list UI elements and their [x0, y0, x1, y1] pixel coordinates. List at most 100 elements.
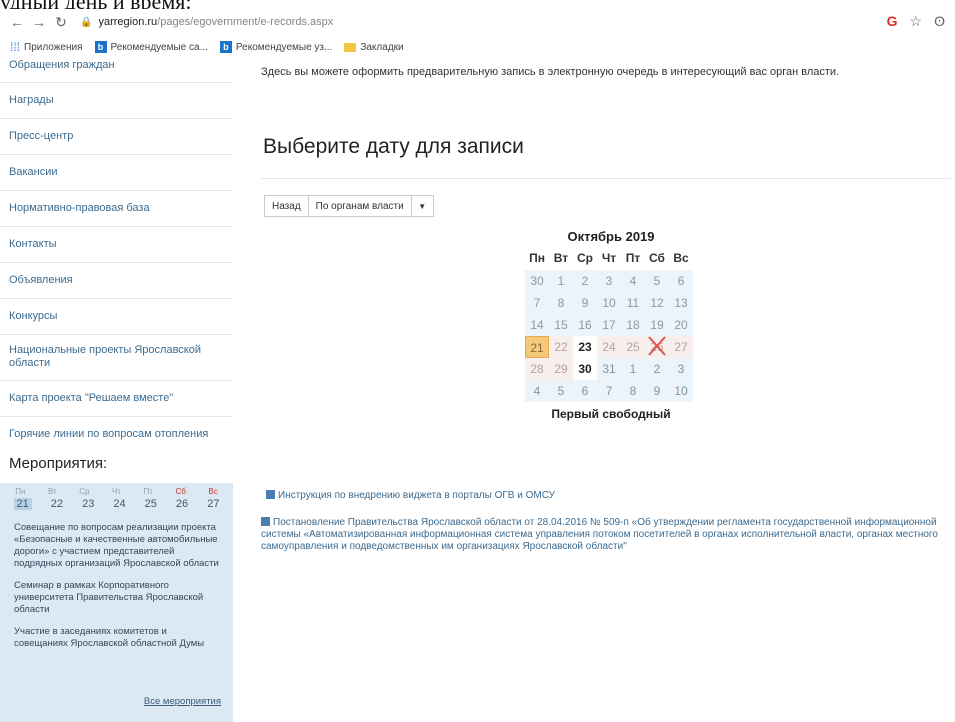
calendar-weekday: Чт [601, 251, 617, 265]
bookmark-folder[interactable]: Закладки [344, 42, 404, 53]
calendar-day[interactable]: 29 [549, 358, 573, 380]
calendar-day[interactable]: 11 [621, 292, 645, 314]
calendar-day[interactable]: 6 [669, 270, 693, 292]
bookmark-recommended-nodes[interactable]: b Рекомендуемые уз... [219, 41, 333, 53]
filter-by-authority-button[interactable]: По органам власти [308, 195, 412, 217]
account-icon[interactable]: ʘ [934, 13, 945, 30]
sidebar-item-press-center[interactable]: Пресс-центр [0, 119, 233, 155]
bookmark-label: Приложения [24, 41, 83, 53]
calendar-day[interactable]: 2 [573, 270, 597, 292]
calendar-day[interactable]: 5 [549, 380, 573, 402]
bookmarks-bar: ⁞⁞⁞ Приложения b Рекомендуемые са... b Р… [0, 37, 955, 57]
bookmark-apps[interactable]: ⁞⁞⁞ Приложения [10, 40, 83, 54]
extension-icon[interactable]: G [887, 13, 898, 30]
calendar-day[interactable]: 9 [645, 380, 669, 402]
event-date[interactable]: 23 [82, 498, 94, 510]
calendar-day[interactable]: 10 [597, 292, 621, 314]
calendar-day[interactable]: 3 [669, 358, 693, 380]
sidebar-item-appeals[interactable]: Обращения граждан [0, 57, 233, 83]
resolution-link[interactable]: Постановление Правительства Ярославской … [261, 517, 951, 553]
all-events-link[interactable]: Все мероприятия [144, 696, 221, 707]
chevron-down-icon[interactable]: ▼ [411, 195, 434, 217]
first-free-label[interactable]: Первый свободный [521, 407, 701, 421]
calendar-day[interactable]: 27 [669, 336, 693, 358]
calendar-day[interactable]: 4 [525, 380, 549, 402]
calendar-day[interactable]: 24 [597, 336, 621, 358]
calendar-day[interactable]: 30 [573, 358, 597, 380]
event-item[interactable]: Участие в заседаниях комитетов и совещан… [14, 626, 223, 650]
calendar-day[interactable]: 13 [669, 292, 693, 314]
calendar-day[interactable]: 17 [597, 314, 621, 336]
calendar-day[interactable]: 31 [597, 358, 621, 380]
calendar-day[interactable]: 7 [597, 380, 621, 402]
calendar-day[interactable]: 15 [549, 314, 573, 336]
back-arrow-icon[interactable]: ← [6, 14, 28, 30]
back-button[interactable]: Назад [264, 195, 309, 217]
date-picker: Октябрь 2019 Пн Вт Ср Чт Пт Сб Вс 30 1 2 3 4 5 6 7 8 9 10… [521, 227, 701, 421]
sidebar-item-announcements[interactable]: Объявления [0, 263, 233, 299]
calendar-day[interactable]: 4 [621, 270, 645, 292]
sidebar-item-contests[interactable]: Конкурсы [0, 299, 233, 335]
sidebar-nav: Обращения граждан Награды Пресс-центр Ва… [0, 57, 233, 453]
calendar-day[interactable]: 26 [645, 336, 669, 358]
divider [261, 178, 951, 179]
event-item[interactable]: Совещание по вопросам реализации проекта… [14, 522, 223, 570]
sidebar-item-vacancies[interactable]: Вакансии [0, 155, 233, 191]
sidebar-item-legal-base[interactable]: Нормативно-правовая база [0, 191, 233, 227]
star-icon[interactable]: ☆ [910, 13, 923, 30]
forward-arrow-icon[interactable]: → [28, 14, 50, 30]
events-dates: 21 22 23 24 25 26 27 [0, 496, 233, 512]
calendar-day[interactable]: 22 [549, 336, 573, 358]
url-field[interactable]: 🔒 yarregion.ru /pages/egovernment/e-reco… [80, 16, 333, 28]
sidebar-item-national-projects[interactable]: Национальные проекты Ярославской области [0, 335, 233, 381]
bookmark-label: Рекомендуемые уз... [235, 41, 333, 53]
calendar-day[interactable]: 21 [525, 336, 549, 358]
calendar-day[interactable]: 19 [645, 314, 669, 336]
reload-icon[interactable]: ↻ [50, 14, 72, 31]
resolution-link-text: Постановление Правительства Ярославской … [261, 517, 938, 552]
url-domain: yarregion.ru [98, 16, 158, 28]
weekday-label: Вс [208, 487, 218, 496]
event-item[interactable]: Семинар в рамках Корпоративного универси… [14, 580, 223, 616]
calendar-day[interactable]: 1 [549, 270, 573, 292]
calendar-day[interactable]: 3 [597, 270, 621, 292]
calendar-day[interactable]: 6 [573, 380, 597, 402]
calendar-day[interactable]: 8 [549, 292, 573, 314]
calendar-day[interactable]: 12 [645, 292, 669, 314]
url-path: /pages/egovernment/e-records.aspx [157, 16, 334, 28]
calendar-day[interactable]: 9 [573, 292, 597, 314]
calendar-day[interactable]: 25 [621, 336, 645, 358]
calendar-day[interactable]: 1 [621, 358, 645, 380]
folder-icon [344, 42, 357, 52]
calendar-day[interactable]: 16 [573, 314, 597, 336]
event-date[interactable]: 22 [51, 498, 63, 510]
calendar-day[interactable]: 8 [621, 380, 645, 402]
calendar-day[interactable]: 18 [621, 314, 645, 336]
sidebar-item-contacts[interactable]: Контакты [0, 227, 233, 263]
instruction-link-text: Инструкция по внедрению виджета в портал… [278, 490, 555, 501]
calendar-weekday: Вс [673, 251, 689, 265]
calendar-day[interactable]: 14 [525, 314, 549, 336]
instruction-link[interactable]: Инструкция по внедрению виджета в портал… [266, 490, 555, 502]
event-date[interactable]: 26 [176, 498, 188, 510]
calendar-day[interactable]: 7 [525, 292, 549, 314]
weekday-label: Чт [112, 487, 121, 496]
calendar-day[interactable]: 30 [525, 270, 549, 292]
weekday-label: Сб [175, 487, 186, 496]
sidebar-item-heating-hotlines[interactable]: Горячие линии по вопросам отопления [0, 417, 233, 453]
calendar-day[interactable]: 10 [669, 380, 693, 402]
calendar-day[interactable]: 23 [573, 336, 597, 358]
calendar-day[interactable]: 2 [645, 358, 669, 380]
calendar-day[interactable]: 28 [525, 358, 549, 380]
calendar-day[interactable]: 20 [669, 314, 693, 336]
event-date[interactable]: 21 [13, 498, 32, 510]
event-date[interactable]: 27 [207, 498, 219, 510]
event-date[interactable]: 24 [113, 498, 125, 510]
calendar-day[interactable]: 5 [645, 270, 669, 292]
calendar-weekday: Ср [577, 251, 593, 265]
bookmark-recommended-sites[interactable]: b Рекомендуемые са... [94, 41, 208, 53]
document-icon [266, 490, 275, 499]
event-date[interactable]: 25 [145, 498, 157, 510]
sidebar-item-awards[interactable]: Награды [0, 83, 233, 119]
sidebar-item-project-map[interactable]: Карта проекта "Решаем вместе" [0, 381, 233, 417]
